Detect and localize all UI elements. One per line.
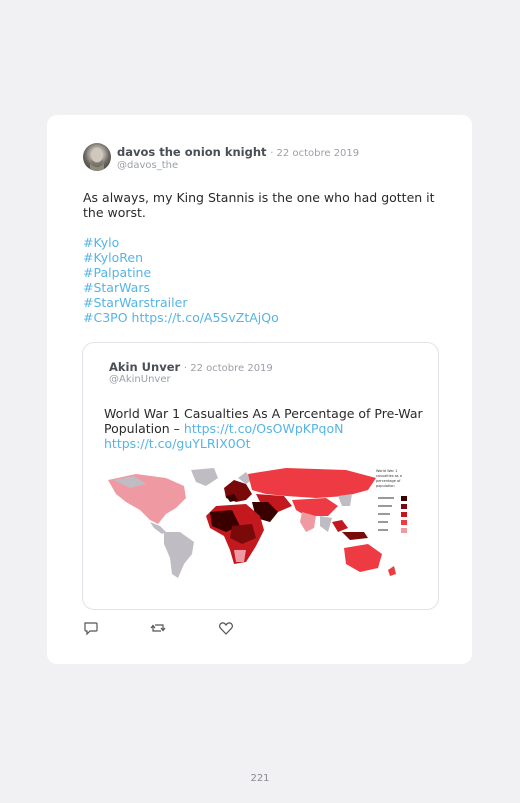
tweet-link[interactable]: https://t.co/A5SvZtAjQo <box>132 310 279 325</box>
hashtag[interactable]: #C3PO <box>83 310 128 325</box>
quoted-tweet[interactable]: Akin Unver · 22 octobre 2019 @AkinUnver … <box>82 342 439 610</box>
quoted-link-1[interactable]: https://t.co/OsOWpKPqoN <box>184 421 344 436</box>
tweet-header: davos the onion knight · 22 octobre 2019… <box>83 143 443 173</box>
hashtag-and-link-row: #C3PO https://t.co/A5SvZtAjQo <box>83 310 443 325</box>
hashtag[interactable]: #StarWars <box>83 280 443 295</box>
tweet-card: davos the onion knight · 22 octobre 2019… <box>47 115 472 664</box>
quoted-link-2[interactable]: https://t.co/guYLRIX0Ot <box>104 436 251 451</box>
tweet-actions <box>83 620 283 636</box>
quoted-author-line: Akin Unver · 22 octobre 2019 <box>109 360 273 374</box>
hashtag[interactable]: #StarWarstrailer <box>83 295 443 310</box>
hashtag[interactable]: #Palpatine <box>83 265 443 280</box>
tweet-text: As always, my King Stannis is the one wh… <box>83 190 435 220</box>
reply-icon[interactable] <box>83 620 99 636</box>
page-number: 221 <box>250 773 270 784</box>
quoted-author-name[interactable]: Akin Unver <box>109 360 180 374</box>
hashtag[interactable]: #KyloRen <box>83 250 443 265</box>
svg-text:population: population <box>376 484 395 488</box>
author-name[interactable]: davos the onion knight <box>117 145 267 159</box>
quoted-handle[interactable]: @AkinUnver <box>109 374 171 385</box>
author-line: davos the onion knight · 22 octobre 2019 <box>117 145 359 159</box>
quoted-date[interactable]: · 22 octobre 2019 <box>184 363 273 374</box>
author-handle[interactable]: @davos_the <box>117 160 178 171</box>
hashtag-list: #Kylo #KyloRen #Palpatine #StarWars #Sta… <box>83 235 443 325</box>
tweet-date[interactable]: · 22 octobre 2019 <box>270 148 359 159</box>
quoted-text: World War 1 Casualties As A Percentage o… <box>104 406 424 451</box>
retweet-icon[interactable] <box>150 620 166 636</box>
svg-text:casualties as a: casualties as a <box>376 474 402 478</box>
casualties-map-image[interactable]: World War 1 casualties as a percentage o… <box>106 466 414 581</box>
svg-text:World War 1: World War 1 <box>376 469 397 473</box>
hashtag[interactable]: #Kylo <box>83 235 443 250</box>
avatar[interactable] <box>83 143 111 171</box>
page: davos the onion knight · 22 octobre 2019… <box>0 0 520 803</box>
heart-icon[interactable] <box>218 620 234 636</box>
svg-text:percentage of: percentage of <box>376 479 401 483</box>
